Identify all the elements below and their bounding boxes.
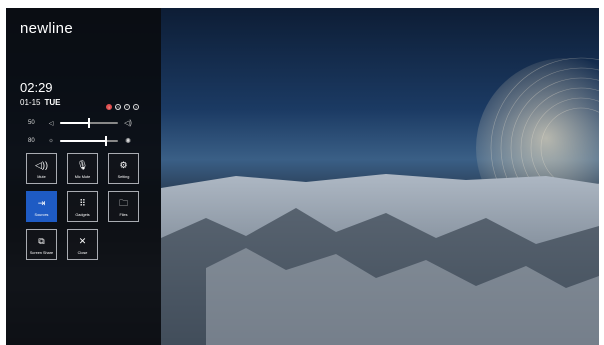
volume-value: 50 (28, 120, 35, 126)
control-panel: newline 02:29 01-15 TUE ! ◷ ⌔ ? 50 ◁ ◁) 8… (6, 8, 161, 345)
volume-thumb[interactable] (88, 118, 90, 128)
screen-share-icon: ⧉ (38, 236, 45, 246)
clock-icon[interactable]: ◷ (115, 104, 121, 110)
volume-fill (60, 122, 89, 124)
volume-slider-row: 50 ◁ ◁) (28, 118, 134, 128)
sources-button[interactable]: ⇥ Sources (26, 191, 57, 222)
screen-share-button[interactable]: ⧉ Screen Share (26, 229, 57, 260)
gear-icon: ⚙ (119, 160, 128, 170)
close-icon: ✕ (78, 236, 87, 246)
grid-icon: ⠿ (79, 198, 86, 208)
folder-icon: 🗀 (118, 198, 128, 208)
volume-low-icon: ◁ (48, 120, 54, 127)
help-icon[interactable]: ? (133, 104, 139, 110)
gadgets-button[interactable]: ⠿ Gadgets (67, 191, 98, 222)
input-source-icon: ⇥ (37, 198, 46, 208)
speaker-icon: ◁)) (35, 160, 48, 170)
brightness-high-icon: ✺ (125, 138, 131, 145)
volume-slider[interactable] (60, 118, 118, 128)
files-button[interactable]: 🗀 Files (108, 191, 139, 222)
brightness-fill (60, 140, 107, 142)
gadgets-label: Gadgets (75, 213, 90, 217)
wifi-icon[interactable]: ⌔ (124, 104, 130, 110)
microphone-icon: 🎙︎ (76, 160, 89, 170)
status-icons: ! ◷ ⌔ ? (106, 104, 139, 110)
setting-label: Setting (117, 175, 130, 179)
desktop-screen: newline 02:29 01-15 TUE ! ◷ ⌔ ? 50 ◁ ◁) 8… (6, 8, 599, 345)
brightness-value: 80 (28, 138, 35, 144)
screen-share-label: Screen Share (29, 251, 54, 255)
alert-icon[interactable]: ! (106, 104, 112, 110)
brightness-low-icon: ☼ (48, 138, 54, 144)
mute-button[interactable]: ◁)) Mute (26, 153, 57, 184)
close-label: Close (77, 251, 88, 255)
clock-time: 02:29 (20, 80, 53, 95)
weekday-value: TUE (44, 98, 61, 107)
date-value: 01-15 (20, 98, 41, 107)
brightness-slider-row: 80 ☼ ✺ (28, 136, 134, 146)
files-label: Files (119, 213, 128, 217)
mic-mute-button[interactable]: 🎙︎ Mic Mute (67, 153, 98, 184)
volume-high-icon: ◁) (124, 120, 132, 127)
mute-label: Mute (37, 175, 46, 179)
brand-logo: newline (20, 20, 73, 37)
setting-button[interactable]: ⚙ Setting (108, 153, 139, 184)
clock-date: 01-15 TUE (20, 98, 60, 107)
brightness-slider[interactable] (60, 136, 118, 146)
close-button[interactable]: ✕ Close (67, 229, 98, 260)
brightness-thumb[interactable] (105, 136, 108, 146)
mic-mute-label: Mic Mute (74, 175, 91, 179)
sources-label: Sources (34, 213, 49, 217)
